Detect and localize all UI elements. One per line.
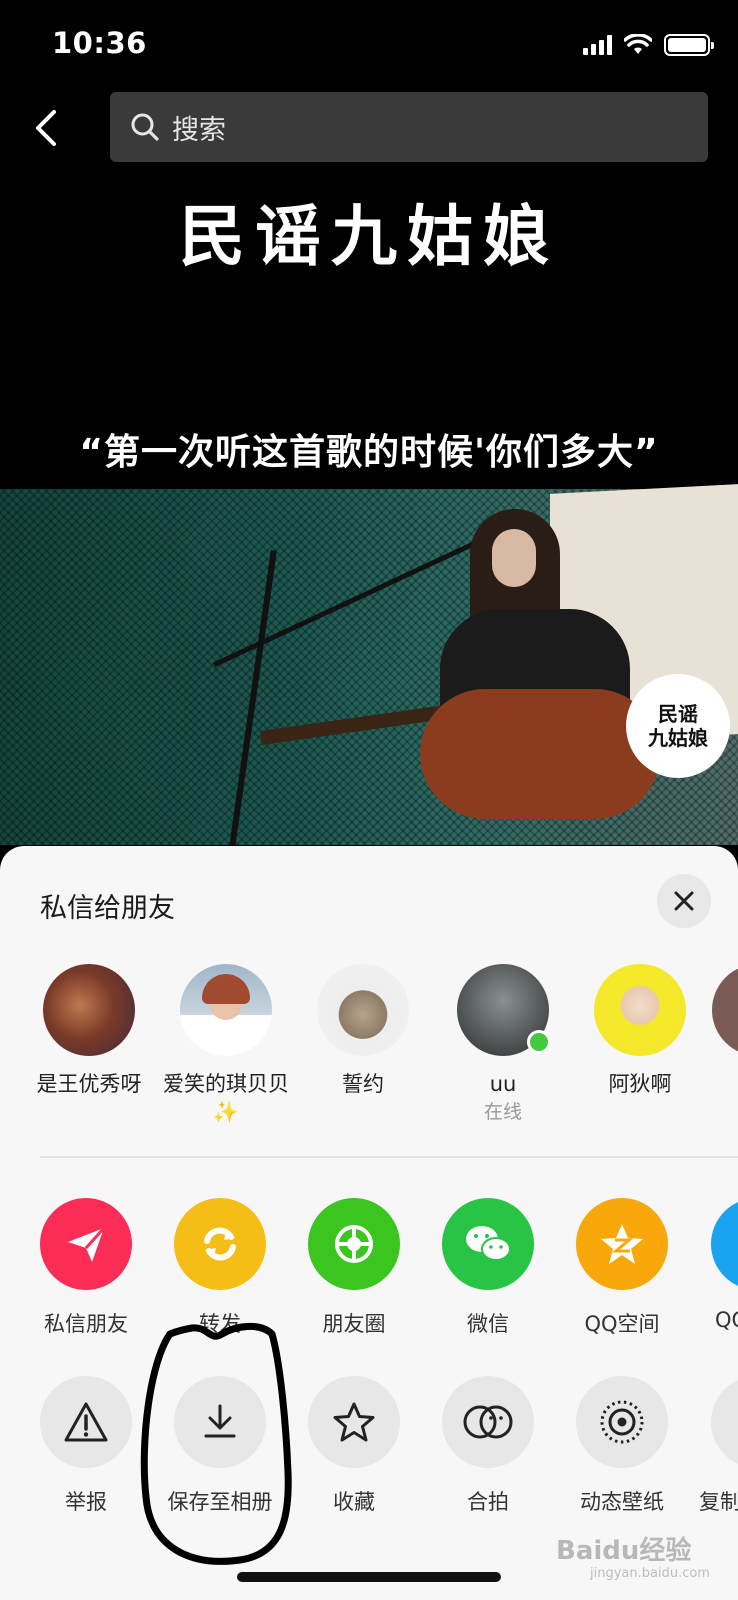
live-wallpaper-icon [576,1376,668,1468]
favorite-button[interactable]: 收藏 [289,1376,419,1516]
copy-link-button[interactable]: 复制 [691,1376,738,1516]
avatar [43,964,135,1056]
forward-icon [174,1198,266,1290]
badge-line1: 民谣 [658,702,698,726]
avatar [317,964,409,1056]
share-sheet: 私信给朋友 是王优秀呀 爱笑的琪贝贝✨ 誓约 uu 在线 阿狄啊 私信朋友 转发… [0,846,738,1600]
action-label: 合拍 [467,1490,509,1514]
friend-name: uu [489,1072,517,1096]
friend-item[interactable]: 爱笑的琪贝贝✨ [158,964,294,1126]
badge-line2: 九姑娘 [648,726,708,750]
friend-item[interactable]: uu 在线 [435,964,571,1126]
back-button[interactable] [30,108,66,148]
watermark-logo: Baidu经验 [556,1536,692,1566]
cellular-signal-icon [583,35,612,55]
live-wallpaper-button[interactable]: 动态壁纸 [557,1376,687,1516]
hand-drawn-highlight [140,1323,292,1565]
friend-item-partial[interactable] [712,964,738,1056]
status-bar: 10:36 [0,0,738,90]
watermark-url: jingyan.baidu.com [590,1566,710,1581]
friend-item[interactable]: 誓约 [295,964,431,1098]
qzone-button[interactable]: QQ空间 [557,1198,687,1338]
action-label: QQ [715,1308,738,1332]
link-icon [711,1376,738,1468]
moments-button[interactable]: 朋友圈 [289,1198,419,1338]
dm-friend-button[interactable]: 私信朋友 [21,1198,151,1338]
warning-icon [40,1376,132,1468]
video-frame: 民谣 九姑娘 [0,484,738,845]
moments-icon [308,1198,400,1290]
close-button[interactable] [657,874,711,928]
channel-logo-badge: 民谣 九姑娘 [626,674,730,778]
friend-name: 爱笑的琪贝贝✨ [163,1072,289,1124]
mic-stand [229,550,277,845]
friend-status: 在线 [483,1101,522,1123]
friend-name: 阿狄啊 [608,1072,672,1096]
qq-icon [711,1198,738,1290]
friend-item[interactable]: 阿狄啊 [572,964,708,1098]
guitar-body [420,689,660,819]
video-title-text: 民谣九姑娘 [179,197,559,275]
status-icons [583,34,714,56]
friend-name: 誓约 [342,1072,384,1096]
status-time: 10:36 [52,26,147,60]
search-bar[interactable]: 搜索 [110,92,708,162]
avatar [180,964,272,1056]
section-divider [40,1156,738,1158]
close-icon [674,891,694,911]
home-indicator[interactable] [237,1572,501,1582]
chevron-left-icon [36,110,56,146]
qq-button[interactable]: QQ [691,1198,738,1332]
video-player[interactable]: 民谣九姑娘 “第一次听这首歌的时候'你们多大” 民谣 九姑娘 [0,165,738,845]
paper-plane-icon [40,1198,132,1290]
friend-name: 是王优秀呀 [36,1072,142,1096]
singer-face [492,529,536,587]
search-placeholder: 搜索 [172,114,226,146]
friend-item[interactable]: 是王优秀呀 [21,964,157,1098]
wechat-button[interactable]: 微信 [423,1198,553,1338]
duet-icon [442,1376,534,1468]
sheet-title: 私信给朋友 [40,893,175,924]
star-icon [308,1376,400,1468]
online-status-indicator [527,1030,551,1054]
qzone-star-icon [576,1198,668,1290]
action-label: QQ空间 [584,1312,660,1336]
action-label: 朋友圈 [322,1312,386,1336]
battery-icon [664,34,714,56]
action-label: 微信 [467,1312,509,1336]
avatar [594,964,686,1056]
duet-button[interactable]: 合拍 [423,1376,553,1516]
video-caption-text: “第一次听这首歌的时候'你们多大” [79,432,659,473]
search-icon [131,113,159,141]
action-label: 复制 [699,1490,738,1514]
action-label: 动态壁纸 [580,1490,664,1514]
forward-button[interactable]: 转发 [155,1198,285,1338]
avatar [712,964,738,1056]
action-label: 收藏 [333,1490,375,1514]
wifi-icon [624,34,652,54]
wechat-icon [442,1198,534,1290]
